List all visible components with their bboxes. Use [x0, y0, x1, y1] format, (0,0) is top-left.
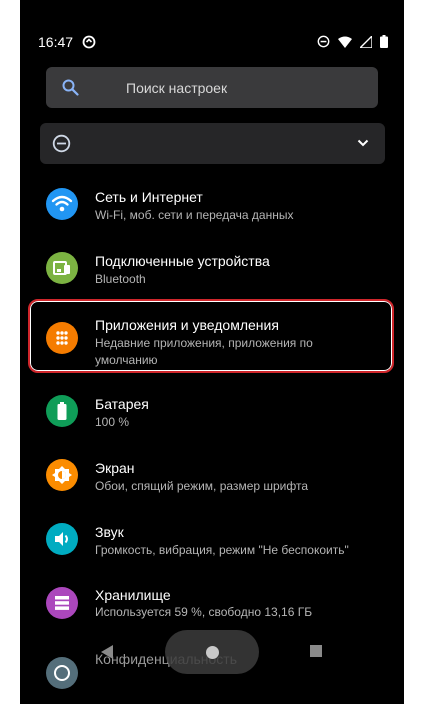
storage-icon	[46, 587, 78, 619]
item-title: Экран	[95, 460, 135, 476]
item-title: Хранилище	[95, 587, 171, 603]
item-subtitle: Обои, спящий режим, размер шрифта	[95, 479, 309, 493]
wifi-status-icon	[338, 36, 352, 48]
settings-item-connected-devices[interactable]: Подключенные устройства Bluetooth	[20, 244, 404, 304]
item-title: Звук	[95, 524, 124, 540]
item-title: Сеть и Интернет	[95, 189, 203, 205]
item-subtitle: Используется 59 %, свободно 13,16 ГБ	[95, 605, 313, 619]
item-subtitle: Громкость, вибрация, режим "Не беспокоит…	[95, 543, 349, 557]
devices-icon	[46, 252, 78, 284]
sync-icon	[82, 35, 96, 49]
navigation-bar	[20, 630, 404, 674]
settings-item-sound[interactable]: Звук Громкость, вибрация, режим "Не бесп…	[20, 515, 404, 575]
settings-item-network[interactable]: Сеть и Интернет Wi-Fi, моб. сети и перед…	[20, 180, 404, 240]
status-icons	[317, 35, 388, 48]
settings-item-battery[interactable]: Батарея 100 %	[20, 387, 404, 447]
dnd-status-icon	[317, 35, 330, 48]
settings-item-apps-notifications[interactable]: Приложения и уведомления Недавние прилож…	[20, 308, 404, 368]
search-icon	[62, 79, 79, 96]
home-icon	[206, 646, 219, 659]
volume-icon	[46, 523, 78, 555]
settings-item-display[interactable]: Экран Обои, спящий режим, размер шрифта	[20, 451, 404, 511]
item-title: Батарея	[95, 396, 149, 412]
item-subtitle: Wi-Fi, моб. сети и передача данных	[95, 208, 294, 222]
item-title: Приложения и уведомления	[95, 317, 279, 333]
item-subtitle: Недавние приложения, приложения по умолч…	[95, 336, 313, 367]
item-subtitle: Bluetooth	[95, 272, 146, 286]
wifi-icon	[46, 188, 78, 220]
search-placeholder: Поиск настроек	[126, 80, 228, 96]
item-subtitle: 100 %	[95, 415, 130, 429]
recents-icon[interactable]	[310, 645, 322, 657]
search-bar[interactable]: Поиск настроек	[46, 67, 378, 108]
apps-icon	[46, 322, 78, 354]
suggestion-card[interactable]	[40, 123, 385, 164]
chevron-down-icon[interactable]	[357, 139, 369, 147]
battery-status-icon	[380, 35, 388, 48]
brightness-icon	[46, 459, 78, 491]
battery-icon	[46, 395, 78, 427]
dnd-icon	[52, 134, 71, 153]
signal-status-icon	[360, 35, 372, 48]
back-icon[interactable]	[100, 644, 114, 660]
status-time: 16:47	[38, 34, 74, 50]
item-title: Подключенные устройства	[95, 253, 270, 269]
home-pill[interactable]	[165, 630, 259, 674]
settings-screen: 16:47 Поиск настроек Сеть и Интернет Wi-…	[20, 0, 404, 704]
status-bar: 16:47	[20, 32, 404, 54]
